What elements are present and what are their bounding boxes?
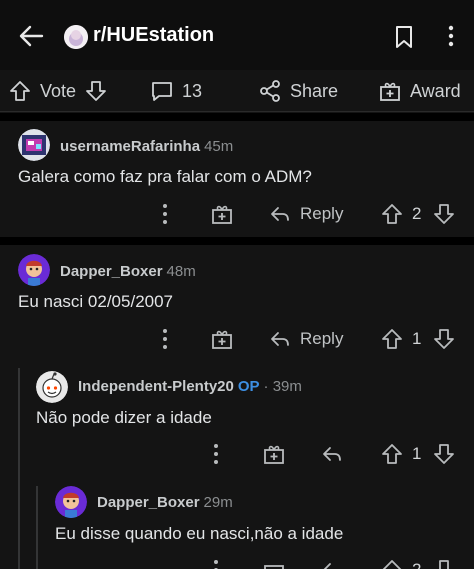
- comment-actions: Reply 2: [0, 200, 474, 228]
- comment-text: Galera como faz pra falar com o ADM?: [18, 167, 312, 186]
- vote-label: Vote: [40, 80, 77, 101]
- reply-button[interactable]: Reply: [268, 327, 343, 351]
- avatar[interactable]: [18, 129, 50, 161]
- arrow-left-icon: [19, 25, 44, 47]
- vertical-dots-icon: [448, 25, 454, 47]
- share-icon: [260, 80, 280, 102]
- comment-score: 1: [412, 329, 422, 348]
- upvote-icon[interactable]: [8, 79, 32, 103]
- share-label: Share: [290, 80, 339, 101]
- comment-score: 2: [412, 560, 421, 569]
- comment-author[interactable]: Dapper_Boxer: [60, 263, 163, 280]
- comment-author[interactable]: usernameRafarinha: [60, 138, 200, 155]
- comment-text: Eu nasci 02/05/2007: [18, 292, 174, 311]
- downvote-icon[interactable]: [84, 79, 108, 103]
- vertical-dots-icon[interactable]: [160, 202, 170, 226]
- reply-label: Reply: [300, 329, 344, 348]
- comment-meta: usernameRafarinha 45m: [60, 138, 233, 155]
- reply-arrow-icon: [271, 332, 289, 346]
- comment-text: Não pode dizer a idade: [36, 408, 212, 427]
- comment-meta: Dapper_Boxer 29m: [97, 494, 233, 511]
- downvote-icon[interactable]: [432, 202, 456, 226]
- subreddit-title[interactable]: r/HUEstation: [93, 24, 214, 47]
- post-action-bar: Vote 13 Share Award: [0, 70, 474, 112]
- upvote-icon[interactable]: [380, 558, 404, 569]
- avatar[interactable]: [18, 254, 50, 286]
- vertical-dots-icon[interactable]: [211, 558, 221, 569]
- gift-icon[interactable]: [210, 327, 234, 351]
- downvote-icon[interactable]: [432, 442, 456, 466]
- avatar[interactable]: [55, 486, 87, 518]
- comment-meta: Dapper_Boxer 48m: [60, 263, 196, 280]
- comment-actions: 1: [0, 440, 474, 468]
- bookmark-icon: [396, 26, 412, 48]
- comment-actions: 2: [0, 556, 474, 569]
- comment-time: 48m: [166, 263, 196, 280]
- section-divider: [0, 113, 474, 121]
- back-button[interactable]: [16, 20, 48, 52]
- reply-label: Reply: [300, 204, 344, 223]
- upvote-icon[interactable]: [380, 327, 404, 351]
- top-bar: r/HUEstation: [0, 0, 474, 70]
- comment-meta: Independent-Plenty20 OP · 39m: [78, 378, 302, 395]
- comment-text: Eu disse quando eu nasci,não a idade: [55, 524, 344, 543]
- vertical-dots-icon[interactable]: [211, 442, 221, 466]
- op-badge: OP: [237, 378, 260, 395]
- comment-actions: Reply 1: [0, 325, 474, 353]
- upvote-icon[interactable]: [380, 442, 404, 466]
- upvote-icon[interactable]: [380, 202, 404, 226]
- comment-time: 29m: [203, 494, 233, 511]
- bookmark-button[interactable]: [392, 24, 416, 50]
- comments-count: 13: [182, 80, 203, 101]
- comment-score: 1: [412, 444, 422, 463]
- reply-arrow-icon[interactable]: [320, 442, 344, 466]
- reply-button[interactable]: Reply: [268, 202, 343, 226]
- comment-time: · 39m: [263, 378, 302, 395]
- comment: usernameRafarinha 45m Galera como faz pra…: [0, 121, 474, 234]
- subreddit-avatar[interactable]: [64, 25, 88, 49]
- reply-arrow-icon[interactable]: [320, 558, 344, 569]
- avatar[interactable]: [36, 371, 68, 403]
- vertical-dots-icon[interactable]: [160, 327, 170, 351]
- award-label: Award: [410, 80, 461, 101]
- gift-icon[interactable]: [210, 202, 234, 226]
- comment-bubble-icon: [152, 82, 172, 101]
- share-button[interactable]: Share: [258, 78, 338, 104]
- comments-button[interactable]: 13: [150, 78, 202, 104]
- comment-author[interactable]: Independent-Plenty20: [78, 378, 234, 395]
- award-button[interactable]: Award: [378, 78, 461, 104]
- downvote-icon[interactable]: [432, 327, 456, 351]
- section-divider: [0, 237, 474, 245]
- comment-reply: Independent-Plenty20 OP · 39m Não pode diz…: [0, 362, 474, 474]
- downvote-icon[interactable]: [432, 558, 456, 569]
- gift-icon[interactable]: [262, 442, 286, 466]
- comment: Dapper_Boxer 48m Eu nasci 02/05/2007 Repl…: [0, 245, 474, 360]
- comment-author[interactable]: Dapper_Boxer: [97, 494, 200, 511]
- reply-arrow-icon: [271, 207, 289, 221]
- gift-icon[interactable]: [262, 558, 286, 569]
- comment-time: 45m: [204, 138, 234, 155]
- comment-reply: Dapper_Boxer 29m Eu disse quando eu nasci…: [0, 478, 474, 569]
- vote-group: Vote: [8, 78, 108, 104]
- more-options-button[interactable]: [446, 24, 456, 48]
- gift-icon: [380, 82, 400, 101]
- comment-score: 2: [412, 204, 422, 223]
